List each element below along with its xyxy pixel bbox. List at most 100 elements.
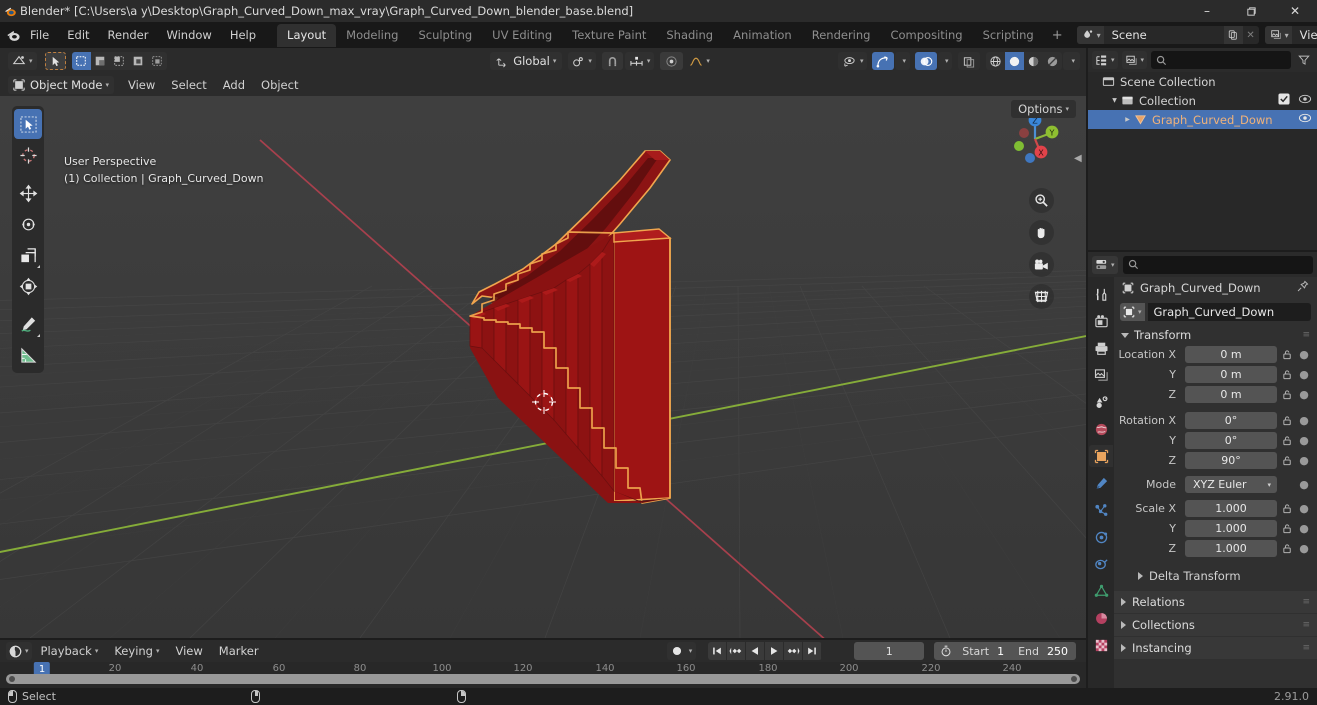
rendered-shading-button[interactable]: [1043, 52, 1063, 70]
workspace-tab-compositing[interactable]: Compositing: [880, 24, 972, 47]
tool-tweak-select[interactable]: [14, 109, 42, 139]
disclosure-triangle-icon[interactable]: ▼: [1108, 97, 1121, 104]
location-y-lock-icon[interactable]: [1280, 369, 1294, 380]
workspace-tab-shading[interactable]: Shading: [656, 24, 723, 47]
scale-x-field[interactable]: 1.000: [1185, 500, 1277, 517]
play-button[interactable]: [765, 642, 785, 660]
collections-panel-header[interactable]: Collections ≡: [1114, 613, 1317, 636]
tool-scale[interactable]: [14, 240, 42, 270]
play-reverse-button[interactable]: [746, 642, 766, 660]
snap-to-dropdown[interactable]: ▾: [624, 52, 655, 70]
jump-to-start-button[interactable]: [708, 642, 728, 660]
select-subtract-button[interactable]: [109, 52, 129, 70]
workspace-tab-layout[interactable]: Layout: [277, 23, 337, 47]
proportional-falloff-dropdown[interactable]: ▾: [685, 52, 714, 70]
menu-render[interactable]: Render: [99, 25, 158, 45]
timeline-menu-keying[interactable]: Keying ▾: [107, 642, 166, 660]
scale-z-lock-icon[interactable]: [1280, 543, 1294, 554]
scale-z-animate-dot[interactable]: ●: [1297, 542, 1311, 555]
disclosure-triangle-icon[interactable]: ▶: [1121, 116, 1134, 123]
end-frame-value[interactable]: 250: [1045, 645, 1076, 658]
object-visibility-dropdown[interactable]: ▾: [837, 52, 868, 70]
workspace-tab-animation[interactable]: Animation: [723, 24, 802, 47]
interaction-mode-dropdown[interactable]: Object Mode ▾: [8, 76, 114, 94]
scene-name[interactable]: Scene: [1103, 26, 1224, 44]
properties-tab-modifiers[interactable]: [1089, 472, 1113, 494]
properties-tab-output[interactable]: [1089, 337, 1113, 359]
instancing-panel-header[interactable]: Instancing ≡: [1114, 636, 1317, 659]
new-scene-button[interactable]: [1223, 26, 1243, 44]
xray-toggle[interactable]: [958, 52, 981, 70]
viewport-menu-select[interactable]: Select: [163, 76, 214, 94]
close-button[interactable]: ✕: [1273, 0, 1317, 22]
scale-y-lock-icon[interactable]: [1280, 523, 1294, 534]
properties-tab-physics[interactable]: [1089, 526, 1113, 548]
object-type-dropdown[interactable]: ▾: [1120, 303, 1145, 321]
blender-menu-logo-icon[interactable]: [6, 23, 21, 47]
location-x-lock-icon[interactable]: [1280, 349, 1294, 360]
rotation-mode-dropdown[interactable]: XYZ Euler ▾: [1185, 476, 1277, 493]
timeline-horizontal-scrollbar[interactable]: [6, 674, 1080, 684]
camera-icon[interactable]: [1029, 252, 1054, 277]
scene-dropdown-icon[interactable]: ▾: [1096, 26, 1104, 44]
menu-window[interactable]: Window: [157, 25, 220, 45]
properties-tab-render[interactable]: [1089, 310, 1113, 332]
start-frame-value[interactable]: 1: [995, 645, 1012, 658]
rotation-x-field[interactable]: 0°: [1185, 412, 1277, 429]
overlays-options-dropdown[interactable]: ▾: [937, 52, 953, 70]
tool-move[interactable]: [14, 178, 42, 208]
filter-icon[interactable]: [1295, 51, 1313, 69]
gizmo-options-dropdown[interactable]: ▾: [895, 52, 910, 70]
timeline-editor-type-button[interactable]: ▾: [6, 642, 32, 660]
auto-keying-toggle[interactable]: ▾: [666, 642, 697, 660]
properties-tab-world[interactable]: [1089, 418, 1113, 440]
scale-y-animate-dot[interactable]: ●: [1297, 522, 1311, 535]
menu-edit[interactable]: Edit: [58, 25, 98, 45]
properties-tab-particles[interactable]: [1089, 499, 1113, 521]
properties-tab-scene[interactable]: [1089, 391, 1113, 413]
rotation-y-lock-icon[interactable]: [1280, 435, 1294, 446]
workspace-tab-rendering[interactable]: Rendering: [802, 24, 881, 47]
tool-cursor[interactable]: [14, 140, 42, 170]
view-layer-datablock[interactable]: ▾ View Layer ✕: [1264, 26, 1317, 44]
rotation-mode-animate-dot[interactable]: ●: [1297, 478, 1311, 491]
rotation-y-field[interactable]: 0°: [1185, 432, 1277, 449]
scale-z-field[interactable]: 1.000: [1185, 540, 1277, 557]
rotation-x-animate-dot[interactable]: ●: [1297, 414, 1311, 427]
transform-orientation-dropdown[interactable]: Global ▾: [490, 52, 563, 70]
scale-x-animate-dot[interactable]: ●: [1297, 502, 1311, 515]
outliner-search-input[interactable]: [1151, 51, 1291, 69]
properties-tab-material[interactable]: [1089, 607, 1113, 629]
location-z-animate-dot[interactable]: ●: [1297, 388, 1311, 401]
relations-panel-header[interactable]: Relations ≡: [1114, 590, 1317, 613]
location-x-animate-dot[interactable]: ●: [1297, 348, 1311, 361]
viewport-options-dropdown[interactable]: Options ▾: [1011, 100, 1076, 118]
rotation-x-lock-icon[interactable]: [1280, 415, 1294, 426]
minimize-button[interactable]: –: [1185, 0, 1229, 22]
ortho-grid-icon[interactable]: [1029, 284, 1054, 309]
collection-visibility-eye-icon[interactable]: [1298, 93, 1312, 108]
view-layer-dropdown-icon[interactable]: ▾: [1284, 26, 1292, 44]
pivot-point-dropdown[interactable]: ▾: [568, 52, 596, 70]
solid-shading-button[interactable]: [1005, 52, 1025, 70]
object-visibility-eye-icon[interactable]: [1298, 112, 1312, 127]
tool-annotate[interactable]: [14, 309, 42, 339]
scene-datablock[interactable]: ▾ Scene ✕: [1076, 26, 1259, 44]
current-frame-input[interactable]: 1: [854, 642, 925, 660]
jump-next-keyframe-button[interactable]: [784, 642, 804, 660]
outliner-display-mode-button[interactable]: ▾: [1121, 51, 1148, 69]
location-y-animate-dot[interactable]: ●: [1297, 368, 1311, 381]
rotation-z-field[interactable]: 90°: [1185, 452, 1277, 469]
timeline-menu-playback[interactable]: Playback ▾: [34, 642, 106, 660]
pin-icon[interactable]: [1296, 280, 1309, 296]
viewport-menu-object[interactable]: Object: [253, 76, 306, 94]
menu-help[interactable]: Help: [221, 25, 265, 45]
select-extend-button[interactable]: [90, 52, 110, 70]
viewport-menu-view[interactable]: View: [120, 76, 163, 94]
view-layer-name[interactable]: View Layer: [1291, 26, 1317, 44]
add-workspace-button[interactable]: +: [1044, 28, 1071, 43]
proportional-editing-toggle[interactable]: [660, 52, 684, 70]
tool-transform[interactable]: [14, 271, 42, 301]
properties-tab-view-layer[interactable]: [1089, 364, 1113, 386]
rotation-y-animate-dot[interactable]: ●: [1297, 434, 1311, 447]
